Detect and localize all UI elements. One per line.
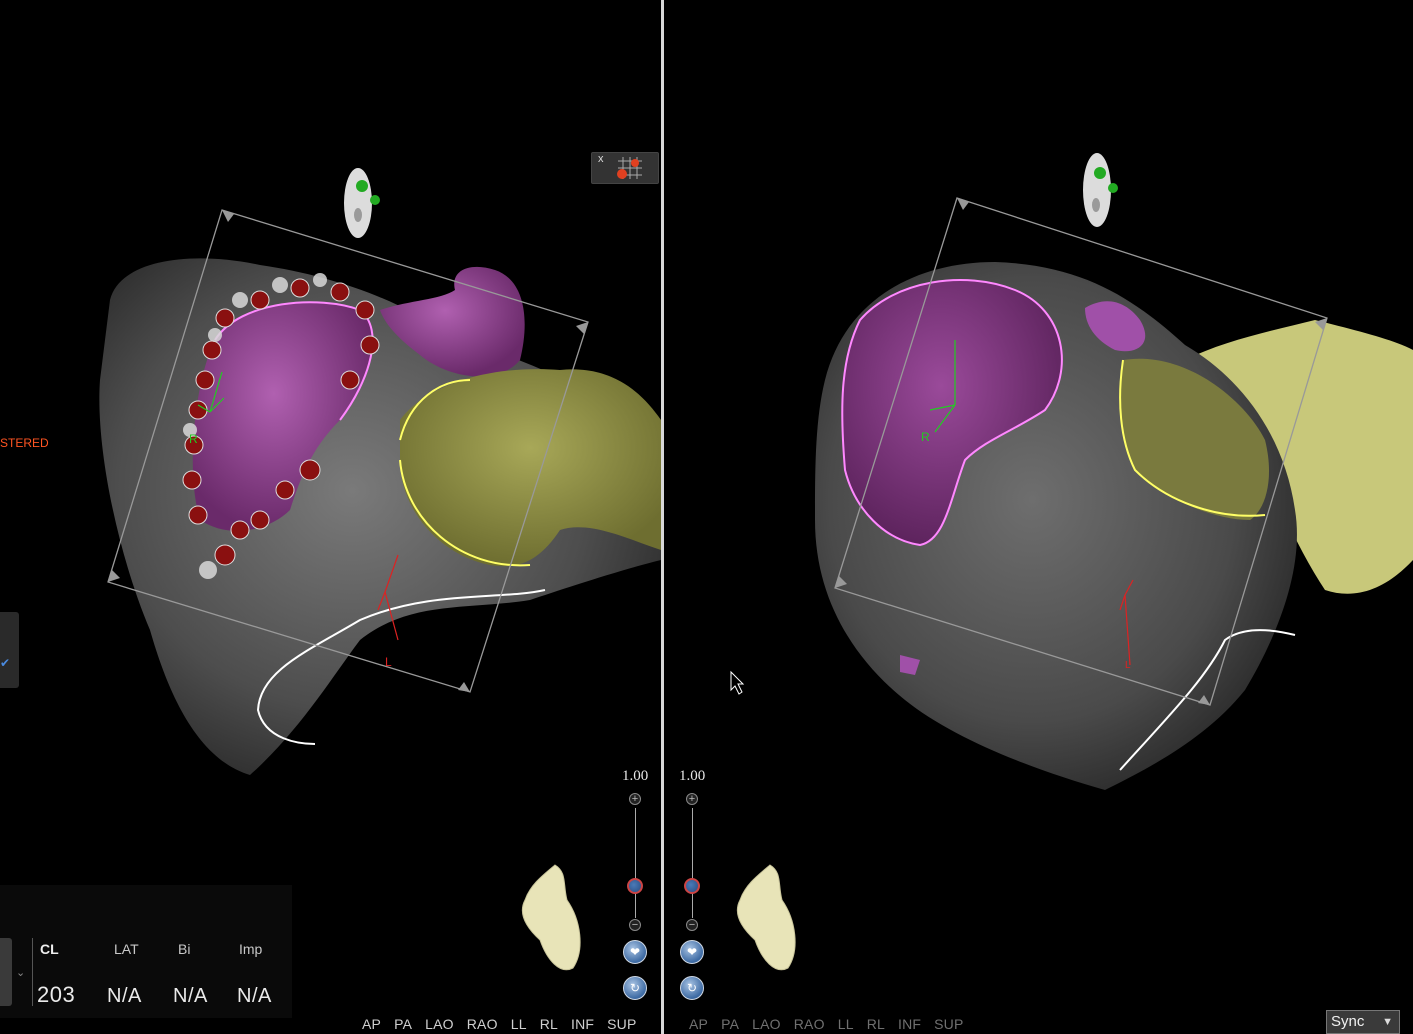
left-3d-view[interactable]: R L STERED x ✔ 1.00 + − ❤ ↻ AP PA LAO RAO LL… [0, 0, 661, 1034]
view-ll-button[interactable]: LL [511, 1016, 527, 1032]
metric-label-bi: Bi [178, 941, 191, 957]
view-rl-button-right[interactable]: RL [867, 1016, 885, 1032]
zoom-in-button-right[interactable]: + [686, 793, 698, 805]
orientation-marker-icon [344, 168, 380, 238]
heart-reset-icon[interactable]: ❤ [623, 940, 647, 964]
zoom-in-button[interactable]: + [629, 793, 641, 805]
metric-label-imp: Imp [239, 941, 263, 957]
metric-value-lat: N/A [107, 985, 142, 1007]
zoom-out-button-right[interactable]: − [686, 919, 698, 931]
zoom-value-right: 1.00 [679, 768, 706, 784]
view-lao-button-right[interactable]: LAO [752, 1016, 781, 1032]
axis-label-left: L [385, 655, 392, 669]
view-ll-button-right[interactable]: LL [838, 1016, 854, 1032]
toolbar-close-button[interactable]: x [598, 153, 604, 165]
catheter-tool-button[interactable]: ⌄ [0, 938, 25, 1006]
view-rl-button[interactable]: RL [540, 1016, 558, 1032]
chevron-down-icon: ⌄ [16, 967, 26, 979]
view-presets-left: AP PA LAO RAO LL RL INF SUP [362, 1016, 650, 1032]
zoom-thumb[interactable] [627, 878, 643, 894]
grid-toolbar[interactable]: x [591, 152, 659, 184]
view-rao-button[interactable]: RAO [467, 1016, 498, 1032]
zoom-track[interactable] [635, 808, 636, 918]
metric-value-bi: N/A [173, 985, 208, 1007]
view-lao-button[interactable]: LAO [425, 1016, 454, 1032]
rotate-icon-right[interactable]: ↻ [680, 976, 704, 1000]
metric-value-imp: N/A [237, 985, 272, 1007]
grid-toolbar-icon[interactable] [614, 155, 644, 181]
zoom-value: 1.00 [622, 768, 649, 784]
view-sup-button[interactable]: SUP [607, 1016, 636, 1032]
mouse-cursor-icon [730, 670, 745, 695]
view-rao-button-right[interactable]: RAO [794, 1016, 825, 1032]
orientation-marker-icon-right [1083, 153, 1118, 227]
heart-thumbnail-icon[interactable] [515, 860, 585, 975]
view-ap-button[interactable]: AP [362, 1016, 381, 1032]
side-panel-stub[interactable]: ✔ [0, 612, 19, 688]
sync-dropdown[interactable]: Sync ▼ [1326, 1010, 1400, 1034]
view-pa-button[interactable]: PA [394, 1016, 412, 1032]
view-sup-button-right[interactable]: SUP [934, 1016, 963, 1032]
rotate-icon[interactable]: ↻ [623, 976, 647, 1000]
check-icon: ✔ [0, 656, 11, 670]
heart-reset-icon-right[interactable]: ❤ [680, 940, 704, 964]
heart-thumbnail-icon-right[interactable] [730, 860, 800, 975]
view-inf-button[interactable]: INF [571, 1016, 594, 1032]
view-presets-right: AP PA LAO RAO LL RL INF SUP [689, 1016, 977, 1032]
axis-label-right-view-r: R [921, 430, 930, 444]
right-3d-view[interactable]: R L 1.00 + − ❤ ↻ AP PA LAO RAO LL RL INF SUP [665, 0, 1413, 1034]
view-pa-button-right[interactable]: PA [721, 1016, 739, 1032]
view-inf-button-right[interactable]: INF [898, 1016, 921, 1032]
metric-value-cl: 203 [37, 982, 76, 1007]
zoom-out-button[interactable]: − [629, 919, 641, 931]
chevron-down-icon: ▼ [1382, 1016, 1393, 1028]
metric-label-cl: CL [40, 941, 59, 957]
view-ap-button-right[interactable]: AP [689, 1016, 708, 1032]
registration-status: STERED [0, 436, 49, 450]
metric-label-lat: LAT [114, 941, 139, 957]
catheter-metrics-panel: ⌄ CL 203 LAT N/A Bi N/A Imp N/A [0, 885, 292, 1018]
sync-label: Sync [1331, 1013, 1365, 1030]
axis-label-right: R [189, 432, 198, 446]
zoom-track-right[interactable] [692, 808, 693, 918]
view-divider[interactable] [661, 0, 664, 1034]
axis-label-right-view-l: L [1125, 660, 1131, 671]
metrics-separator [32, 938, 33, 1006]
zoom-thumb-right[interactable] [684, 878, 700, 894]
